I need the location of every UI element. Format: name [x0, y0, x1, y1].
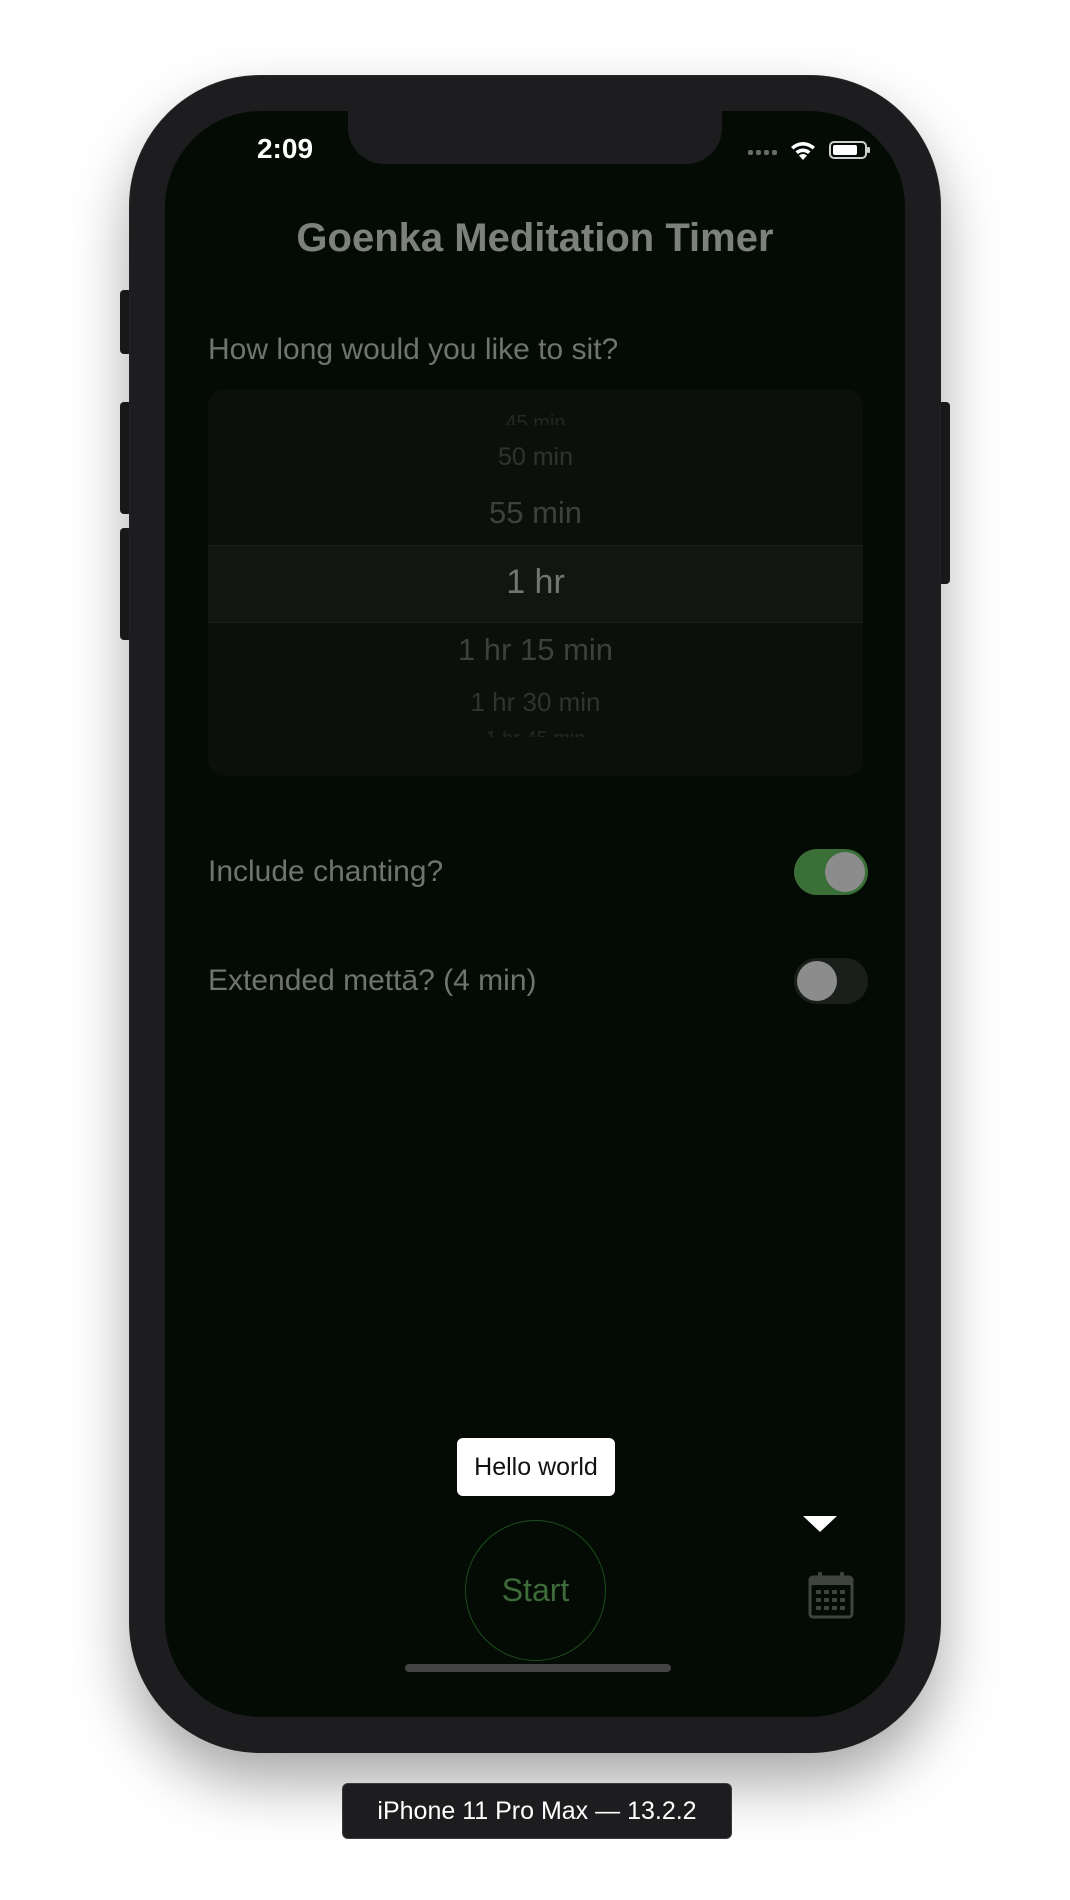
wifi-icon: [791, 142, 815, 160]
start-button[interactable]: Start: [465, 1520, 606, 1661]
picker-item[interactable]: 1 hr 45 min: [208, 731, 863, 737]
status-icons: [748, 139, 870, 161]
metta-row: Extended mettā? (4 min): [208, 958, 868, 1008]
picker-item-selected[interactable]: 1 hr: [208, 560, 863, 604]
hello-tooltip: Hello world: [457, 1438, 615, 1496]
chanting-row: Include chanting?: [208, 849, 868, 899]
home-indicator[interactable]: [405, 1664, 671, 1672]
toggle-knob: [797, 961, 837, 1001]
toggle-knob: [825, 852, 865, 892]
picker-item[interactable]: 1 hr 30 min: [208, 687, 863, 717]
caret-down-icon[interactable]: [803, 1516, 837, 1532]
app-screen: 2:09 Goenka Meditation Timer How long wo…: [165, 111, 905, 1717]
chanting-label: Include chanting?: [208, 855, 444, 888]
signal-icon: [748, 145, 777, 155]
battery-icon: [829, 141, 870, 159]
calendar-icon[interactable]: [808, 1571, 854, 1619]
duration-picker[interactable]: 45 min 50 min 55 min 1 hr 1 hr 15 min 1 …: [208, 390, 863, 776]
metta-label: Extended mettā? (4 min): [208, 964, 537, 997]
picker-item[interactable]: 45 min: [208, 413, 863, 425]
simulator-stage: 2:09 Goenka Meditation Timer How long wo…: [0, 0, 1070, 1900]
metta-toggle[interactable]: [794, 958, 868, 1004]
chanting-toggle[interactable]: [794, 849, 868, 895]
iphone-device-frame: 2:09 Goenka Meditation Timer How long wo…: [130, 76, 940, 1752]
simulator-device-label: iPhone 11 Pro Max — 13.2.2: [342, 1783, 732, 1839]
notch: [348, 111, 722, 164]
status-time: 2:09: [256, 133, 314, 164]
picker-item[interactable]: 50 min: [208, 442, 863, 472]
picker-item[interactable]: 1 hr 15 min: [208, 630, 863, 670]
page-title: Goenka Meditation Timer: [296, 216, 774, 260]
picker-item[interactable]: 55 min: [208, 493, 863, 533]
duration-question-label: How long would you like to sit?: [208, 333, 619, 366]
